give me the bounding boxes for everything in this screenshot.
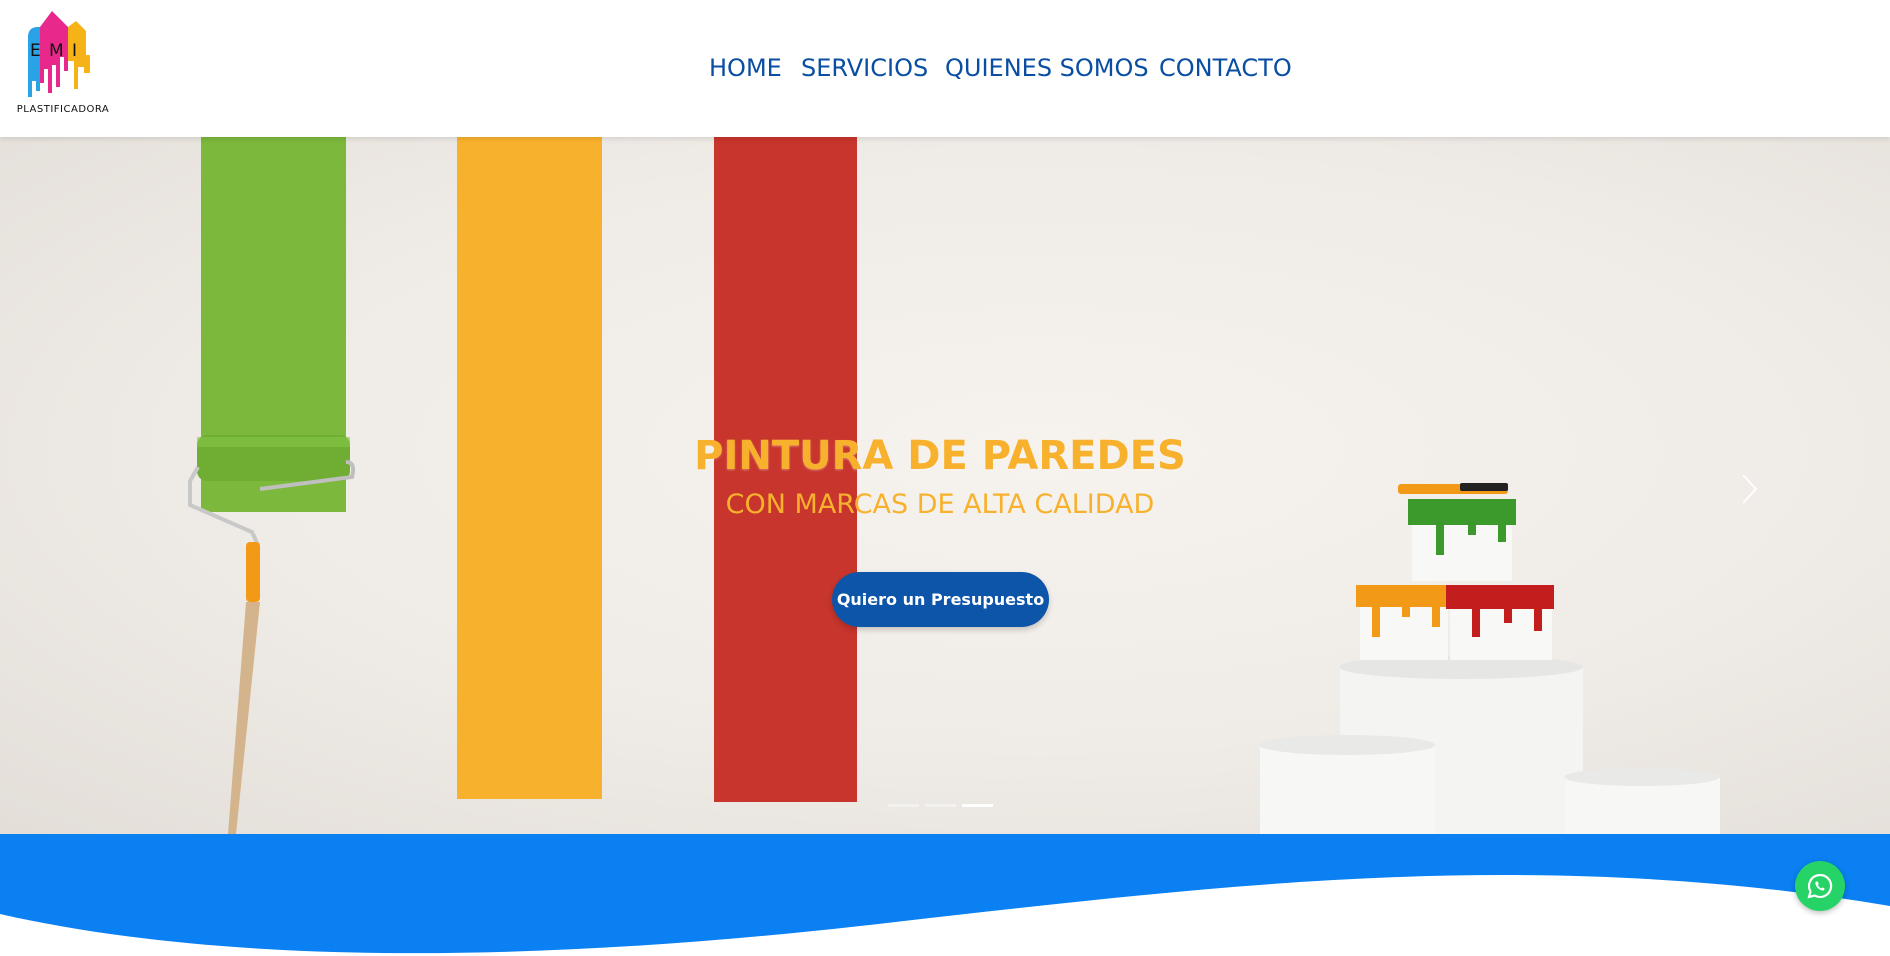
main-nav: HOME SERVICIOS QUIENES SOMOS CONTACTO bbox=[0, 48, 1890, 88]
slider-dot-active[interactable] bbox=[962, 804, 993, 807]
hero-subtitle: CON MARCAS DE ALTA CALIDAD bbox=[725, 489, 1155, 520]
whatsapp-button[interactable] bbox=[1795, 861, 1845, 911]
hero-background-image bbox=[188, 137, 1720, 834]
whatsapp-icon bbox=[1807, 873, 1833, 899]
nav-servicios[interactable]: SERVICIOS bbox=[801, 48, 928, 88]
slider-dot[interactable] bbox=[888, 804, 919, 807]
slider-dot[interactable] bbox=[925, 804, 956, 807]
quote-request-button[interactable]: Quiero un Presupuesto bbox=[832, 572, 1049, 627]
wave-divider bbox=[0, 834, 1890, 956]
nav-home[interactable]: HOME bbox=[709, 48, 782, 88]
hero-slider: PINTURA DE PAREDES CON MARCAS DE ALTA CA… bbox=[0, 137, 1890, 834]
chevron-right-icon[interactable] bbox=[1738, 469, 1762, 509]
hero-title: PINTURA DE PAREDES bbox=[694, 433, 1186, 479]
logo-wordmark: PLASTIFICADORA bbox=[16, 104, 110, 115]
site-header: E M I PLASTIFICADORA HOME SERVICIOS QUIE… bbox=[0, 0, 1890, 137]
nav-quienes-somos[interactable]: QUIENES SOMOS bbox=[945, 48, 1149, 88]
nav-contacto[interactable]: CONTACTO bbox=[1159, 48, 1292, 88]
